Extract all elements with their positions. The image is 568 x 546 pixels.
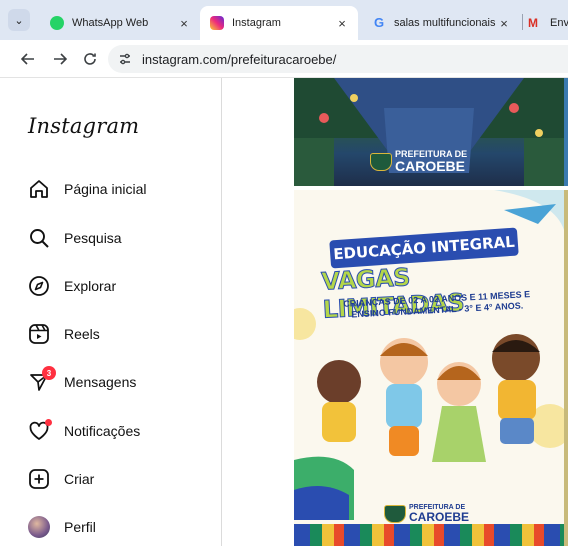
sidebar-item-label: Página inicial <box>64 181 147 197</box>
address-bar[interactable]: instagram.com/prefeituracaroebe/ <box>108 45 568 73</box>
reload-button[interactable] <box>80 49 100 69</box>
arrow-left-icon <box>21 53 34 65</box>
sidebar-item-notifications[interactable]: Notificações <box>28 416 208 446</box>
site-settings-icon[interactable] <box>118 52 132 66</box>
tab-title: Instagram <box>232 17 281 29</box>
reels-icon <box>29 324 49 344</box>
sidebar-item-home[interactable]: Página inicial <box>28 174 208 204</box>
tab-title: WhatsApp Web <box>72 17 149 29</box>
tab-gmail[interactable]: M Envi <box>522 6 568 40</box>
close-icon[interactable]: × <box>334 16 350 31</box>
home-icon <box>30 180 48 198</box>
grid-post-4-edge[interactable] <box>564 190 568 546</box>
instagram-icon <box>210 16 224 30</box>
heart-icon <box>28 419 52 442</box>
sidebar-item-reels[interactable]: Reels <box>28 319 208 349</box>
sidebar-item-label: Reels <box>64 326 100 342</box>
decorative-band <box>294 524 564 546</box>
gmail-icon: M <box>528 16 538 30</box>
sidebar-item-create[interactable]: Criar <box>28 464 208 494</box>
messenger-icon: 3 <box>28 366 56 393</box>
sidebar-item-profile[interactable]: Perfil <box>28 512 208 542</box>
back-button[interactable] <box>18 49 38 69</box>
sidebar-item-explore[interactable]: Explorar <box>28 271 208 301</box>
instagram-logo[interactable]: Instagram <box>28 114 139 138</box>
brand-bottom: CAROEBE <box>395 158 466 174</box>
children-illustration <box>317 334 540 462</box>
arrow-right-icon <box>54 53 67 65</box>
search-icon <box>30 229 49 248</box>
tab-instagram[interactable]: Instagram × <box>200 6 358 40</box>
avatar <box>28 516 50 538</box>
tab-google[interactable]: G salas multifuncionais × <box>362 6 520 40</box>
forward-button[interactable] <box>50 49 70 69</box>
sidebar-item-label: Perfil <box>64 519 96 535</box>
sidebar-item-label: Explorar <box>64 278 117 294</box>
sidebar-item-label: Criar <box>64 471 95 487</box>
coat-of-arms-icon <box>384 504 406 523</box>
notification-dot <box>45 419 52 426</box>
close-icon[interactable]: × <box>496 16 512 31</box>
tab-search-button[interactable]: ⌄ <box>8 9 30 31</box>
browser-toolbar: instagram.com/prefeituracaroebe/ <box>0 40 568 78</box>
grid-post-1[interactable]: PREFEITURA DE CAROEBE <box>294 78 564 186</box>
tab-whatsapp[interactable]: WhatsApp Web × <box>40 6 200 40</box>
plus-square-icon <box>29 469 49 489</box>
grid-post-3-edge[interactable] <box>564 78 568 186</box>
browser-tab-strip: ⌄ WhatsApp Web × Instagram × G salas mul… <box>0 0 568 40</box>
grid-post-2[interactable]: EDUCAÇÃO INTEGRAL VAGAS LIMITADAS CRIANÇ… <box>294 190 564 546</box>
whatsapp-icon <box>50 16 64 30</box>
profile-grid: PREFEITURA DE CAROEBE EDUCAÇÃO INTEGRAL … <box>222 78 568 546</box>
reload-icon <box>84 53 96 65</box>
sidebar-item-messages[interactable]: 3 Mensagens <box>28 366 208 397</box>
compass-icon <box>29 276 49 296</box>
prefeitura-logo: PREFEITURA DE CAROEBE <box>384 504 469 523</box>
notification-badge: 3 <box>42 366 56 380</box>
sidebar-item-label: Notificações <box>64 423 141 439</box>
url-text: instagram.com/prefeituracaroebe/ <box>142 51 337 67</box>
google-icon: G <box>373 15 385 30</box>
sidebar-item-label: Mensagens <box>64 374 137 390</box>
sidebar-item-label: Pesquisa <box>64 230 122 246</box>
tab-title: Envi <box>550 17 568 29</box>
close-icon[interactable]: × <box>176 16 192 31</box>
instagram-sidebar: Instagram Página inicial Pesquisa Explor… <box>0 78 222 546</box>
prefeitura-logo: PREFEITURA DE CAROEBE <box>370 150 467 173</box>
coat-of-arms-icon <box>370 152 392 171</box>
sidebar-item-search[interactable]: Pesquisa <box>28 223 208 253</box>
brand-bottom: CAROEBE <box>409 510 470 524</box>
tab-title: salas multifuncionais <box>394 17 496 29</box>
